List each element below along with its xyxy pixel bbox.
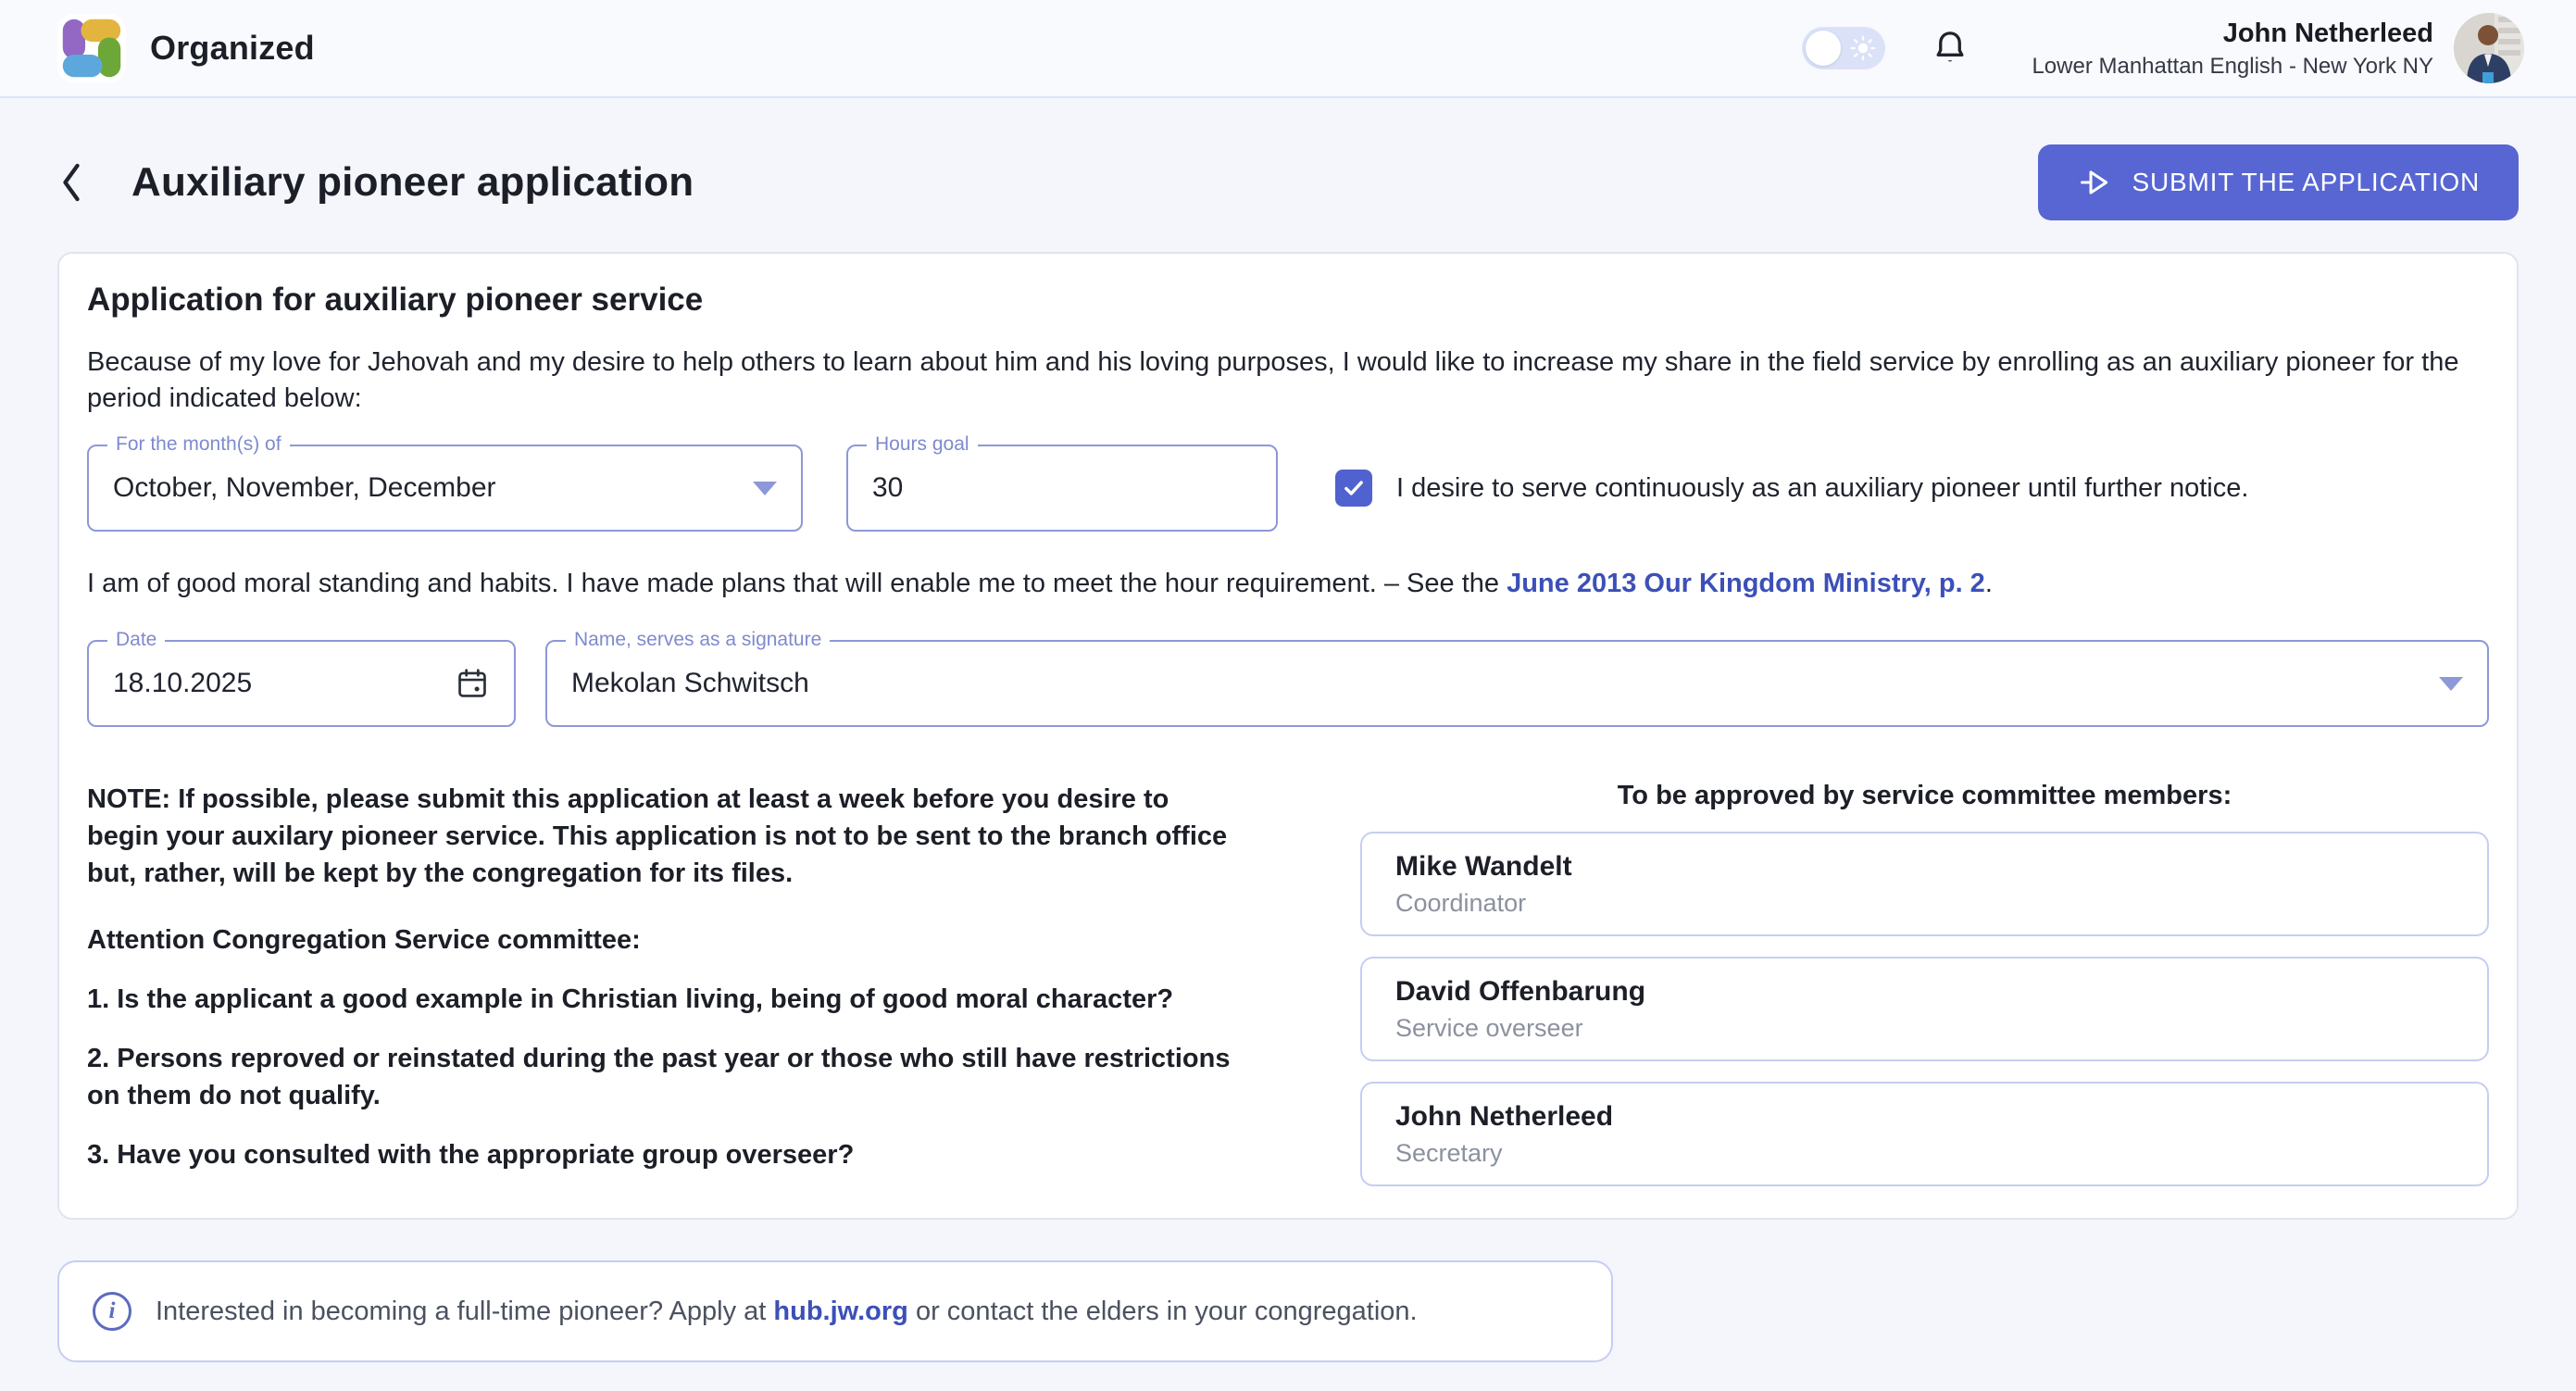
pioneer-info-text: Interested in becoming a full-time pione… — [156, 1297, 1418, 1327]
info-text-after: or contact the elders in your congregati… — [908, 1297, 1418, 1326]
application-heading: Application for auxiliary pioneer servic… — [87, 282, 2489, 319]
note-paragraph: NOTE: If possible, please submit this ap… — [87, 781, 1240, 892]
sun-icon — [1850, 35, 1876, 66]
application-card: Application for auxiliary pioneer servic… — [57, 252, 2519, 1220]
hours-goal-input[interactable]: Hours goal 30 — [846, 445, 1278, 532]
pioneer-info-banner: i Interested in becoming a full-time pio… — [57, 1260, 1613, 1362]
committee-member-card: John Netherleed Secretary — [1360, 1082, 2489, 1186]
signature-name-label: Name, serves as a signature — [566, 629, 830, 651]
approval-column: To be approved by service committee memb… — [1360, 781, 2489, 1186]
hours-goal-value: 30 — [872, 472, 903, 504]
member-role: Secretary — [1395, 1139, 2487, 1168]
theme-toggle[interactable] — [1802, 27, 1885, 69]
committee-question-2: 2. Persons reproved or reinstated during… — [87, 1040, 1240, 1114]
app-name: Organized — [150, 29, 315, 68]
member-name: Mike Wandelt — [1395, 851, 2487, 883]
notifications-bell-icon[interactable] — [1930, 28, 1970, 69]
signature-name-select[interactable]: Name, serves as a signature Mekolan Schw… — [545, 640, 2489, 727]
months-select-value: October, November, December — [113, 472, 496, 504]
chevron-down-icon — [753, 482, 777, 495]
date-value: 18.10.2025 — [113, 668, 252, 699]
member-role: Service overseer — [1395, 1014, 2487, 1043]
application-intro: Because of my love for Jehovah and my de… — [87, 345, 2476, 417]
hub-jw-org-link[interactable]: hub.jw.org — [773, 1297, 908, 1326]
attention-heading: Attention Congregation Service committee… — [87, 921, 1240, 959]
date-label: Date — [107, 629, 165, 651]
moral-statement-text: I am of good moral standing and habits. … — [87, 569, 1507, 598]
page-title: Auxiliary pioneer application — [131, 159, 694, 206]
info-icon: i — [93, 1292, 131, 1331]
date-picker[interactable]: Date 18.10.2025 — [87, 640, 516, 727]
app-header: Organized John Netherleed Lower Manhatta… — [0, 0, 2576, 98]
months-select-label: For the month(s) of — [107, 433, 290, 456]
period-fields-row: For the month(s) of October, November, D… — [87, 445, 2489, 532]
signature-name-value: Mekolan Schwitsch — [571, 668, 809, 699]
check-icon — [1342, 476, 1366, 500]
moral-statement: I am of good moral standing and habits. … — [87, 569, 2489, 599]
submit-application-button[interactable]: SUBMIT THE APPLICATION — [2038, 144, 2519, 220]
committee-question-1: 1. Is the applicant a good example in Ch… — [87, 981, 1240, 1018]
user-congregation: Lower Manhattan English - New York NY — [2032, 54, 2433, 80]
info-text-before: Interested in becoming a full-time pione… — [156, 1297, 773, 1326]
kingdom-ministry-link[interactable]: June 2013 Our Kingdom Ministry, p. 2 — [1507, 569, 1985, 598]
signature-fields-row: Date 18.10.2025 Name, serves as a signat… — [87, 640, 2489, 727]
notes-column: NOTE: If possible, please submit this ap… — [87, 781, 1240, 1186]
user-info[interactable]: John Netherleed Lower Manhattan English … — [2032, 17, 2433, 79]
continuous-service-label: I desire to serve continuously as an aux… — [1396, 473, 2248, 504]
toggle-knob — [1806, 31, 1841, 66]
member-name: John Netherleed — [1395, 1101, 2487, 1133]
committee-question-3: 3. Have you consulted with the appropria… — [87, 1136, 1240, 1173]
app-logo-icon — [57, 14, 126, 82]
hours-goal-label: Hours goal — [867, 433, 978, 456]
approval-heading: To be approved by service committee memb… — [1360, 781, 2489, 811]
chevron-down-icon — [2439, 677, 2463, 691]
user-avatar[interactable] — [2454, 13, 2524, 83]
member-role: Coordinator — [1395, 889, 2487, 918]
send-icon — [2077, 165, 2112, 200]
committee-member-card: Mike Wandelt Coordinator — [1360, 832, 2489, 936]
submit-application-label: SUBMIT THE APPLICATION — [2132, 168, 2480, 197]
months-select[interactable]: For the month(s) of October, November, D… — [87, 445, 803, 532]
page-title-row: Auxiliary pioneer application SUBMIT THE… — [0, 98, 2576, 220]
moral-statement-period: . — [1985, 569, 1993, 598]
continuous-service-option[interactable]: I desire to serve continuously as an aux… — [1335, 470, 2248, 507]
calendar-icon — [455, 666, 490, 701]
member-name: David Offenbarung — [1395, 976, 2487, 1008]
continuous-service-checkbox[interactable] — [1335, 470, 1372, 507]
committee-member-card: David Offenbarung Service overseer — [1360, 957, 2489, 1061]
back-button[interactable] — [57, 160, 94, 205]
user-name: John Netherleed — [2032, 17, 2433, 50]
